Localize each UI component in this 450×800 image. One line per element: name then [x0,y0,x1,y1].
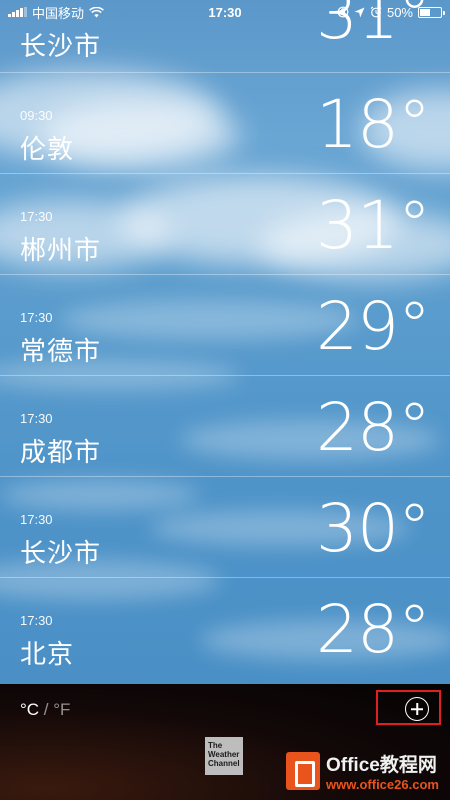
city-row[interactable]: 17:30 长沙市 30° [0,477,450,578]
city-name: 成都市 [20,437,102,467]
city-name: 郴州市 [20,235,102,265]
status-right: 50% [337,4,445,20]
weather-channel-logo[interactable]: The Weather Channel [205,737,243,775]
logo-line: Weather [208,750,240,759]
city-temperature: 18° [316,86,431,163]
city-temperature: 28° [316,389,431,466]
fahrenheit-label[interactable]: °F [53,700,70,719]
city-name: 长沙市 [20,31,102,61]
city-temperature: 31° [316,187,431,264]
logo-line: Channel [208,759,240,768]
city-list[interactable]: 长沙市 31° 09:30 伦敦 18° 17:30 郴州市 31° 17:30… [0,0,450,679]
battery-icon [418,6,445,18]
city-name: 常德市 [20,336,102,366]
wifi-icon [89,6,104,17]
plus-circle-icon[interactable] [405,697,429,721]
city-local-time: 17:30 [20,310,53,325]
city-local-time: 17:30 [20,209,53,224]
city-row[interactable]: 17:30 北京 28° [0,578,450,679]
office-logo-icon [286,752,320,790]
status-bar: 中国移动 17:30 50% [0,0,450,24]
alarm-icon [370,6,382,18]
status-left: 中国移动 [8,3,104,22]
city-row[interactable]: 17:30 郴州市 31° [0,174,450,275]
logo-line: The [208,741,223,750]
city-temperature: 28° [316,591,431,668]
city-local-time: 17:30 [20,512,53,527]
watermark: Office教程网 www.office26.com [286,750,439,792]
city-name: 长沙市 [20,538,102,568]
city-row[interactable]: 17:30 成都市 28° [0,376,450,477]
battery-fill [420,8,430,16]
city-name: 北京 [20,639,75,669]
city-local-time: 17:30 [20,411,53,426]
city-local-time: 09:30 [20,108,53,123]
city-name: 伦敦 [20,134,75,164]
rotation-lock-icon [337,6,349,18]
city-temperature: 29° [316,288,431,365]
city-local-time: 17:30 [20,613,53,628]
unit-toggle[interactable]: °C / °F [20,700,70,720]
city-row[interactable]: 17:30 常德市 29° [0,275,450,376]
watermark-brand: Office教程网 [326,755,437,776]
signal-icon [8,7,27,17]
watermark-text: Office教程网 www.office26.com [326,750,439,792]
carrier-name: 中国移动 [32,5,85,21]
unit-separator: / [39,700,54,719]
city-row[interactable]: 09:30 伦敦 18° [0,73,450,174]
city-temperature: 30° [316,490,431,567]
celsius-label[interactable]: °C [20,700,39,719]
watermark-url: www.office26.com [326,777,439,792]
location-icon [354,7,365,17]
battery-percent: 50% [386,4,413,20]
